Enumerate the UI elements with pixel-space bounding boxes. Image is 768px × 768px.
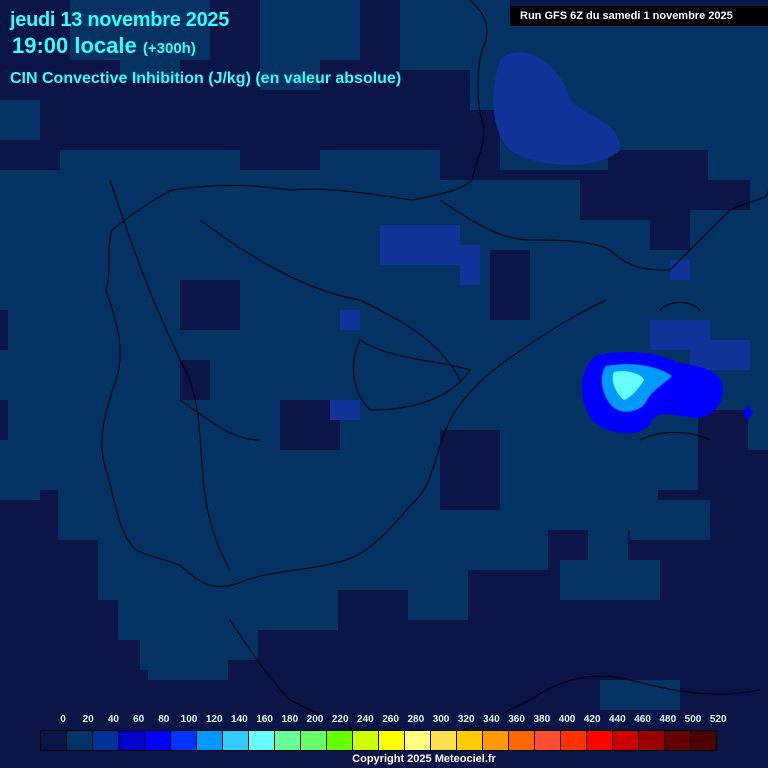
legend-label: 140 <box>231 714 248 725</box>
legend-label: 400 <box>558 714 576 725</box>
legend-label: 500 <box>684 714 702 725</box>
legend-label: 320 <box>457 714 475 725</box>
legend-label: 480 <box>659 714 677 725</box>
legend-label: 160 <box>256 714 273 725</box>
legend-swatch <box>249 731 275 750</box>
legend-swatch <box>171 731 197 750</box>
weather-map-view: jeudi 13 novembre 2025 19:00 locale (+30… <box>0 0 768 768</box>
cin-map <box>0 0 768 741</box>
legend-label: 260 <box>382 714 399 725</box>
legend-swatch <box>301 731 327 750</box>
legend-swatch <box>587 731 613 750</box>
legend-swatch <box>119 731 145 750</box>
legend-swatch <box>41 731 67 750</box>
legend-swatch <box>509 731 535 750</box>
legend-swatch <box>431 731 457 750</box>
legend-swatch <box>665 731 691 750</box>
legend-label: 220 <box>331 714 349 725</box>
legend-label: 360 <box>508 714 525 725</box>
legend-swatch <box>93 731 119 750</box>
parameter-title: CIN Convective Inhibition (J/kg) (en val… <box>10 70 402 87</box>
legend-swatch <box>561 731 587 750</box>
legend-label: 280 <box>407 714 425 725</box>
legend-swatch <box>639 731 665 750</box>
legend-swatch <box>223 731 249 750</box>
legend-swatch <box>197 731 223 750</box>
legend-label: 520 <box>709 714 727 725</box>
legend-swatch <box>613 731 639 750</box>
legend-label: 340 <box>483 714 500 725</box>
legend-label: 80 <box>158 714 170 725</box>
forecast-time: 19:00 locale (+300h) <box>12 33 196 59</box>
legend-swatch <box>457 731 483 750</box>
legend-label: 460 <box>634 714 651 725</box>
legend-label: 380 <box>533 714 551 725</box>
legend-label: 240 <box>357 714 374 725</box>
legend-swatch <box>327 731 353 750</box>
legend-swatch <box>535 731 561 750</box>
legend-labels: 0 20 40 60 80 100 120 140 160 180 200 220 240 260 280 3… <box>0 714 768 728</box>
copyright: Copyright 2025 Meteociel.fr <box>352 753 496 765</box>
legend-label: 100 <box>180 714 198 725</box>
legend-swatch <box>275 731 301 750</box>
legend-label: 200 <box>306 714 324 725</box>
legend-swatch <box>691 731 716 750</box>
legend-label: 0 <box>60 714 66 725</box>
legend-label: 180 <box>281 714 299 725</box>
run-info: Run GFS 6Z du samedi 1 novembre 2025 <box>510 6 768 26</box>
legend-swatch <box>379 731 405 750</box>
legend-swatch <box>353 731 379 750</box>
legend-label: 120 <box>205 714 223 725</box>
legend-label: 440 <box>609 714 626 725</box>
forecast-date: jeudi 13 novembre 2025 <box>10 9 230 31</box>
legend-swatch <box>145 731 171 750</box>
legend-label: 20 <box>82 714 94 725</box>
legend-swatch <box>67 731 93 750</box>
legend-label: 40 <box>107 714 119 725</box>
lead-time: (+300h) <box>142 40 196 57</box>
legend-label: 60 <box>133 714 145 725</box>
legend-swatch <box>483 731 509 750</box>
color-legend <box>40 730 717 751</box>
legend-label: 420 <box>583 714 601 725</box>
local-time: 19:00 locale <box>12 33 137 58</box>
legend-swatch <box>405 731 431 750</box>
legend-label: 300 <box>432 714 450 725</box>
